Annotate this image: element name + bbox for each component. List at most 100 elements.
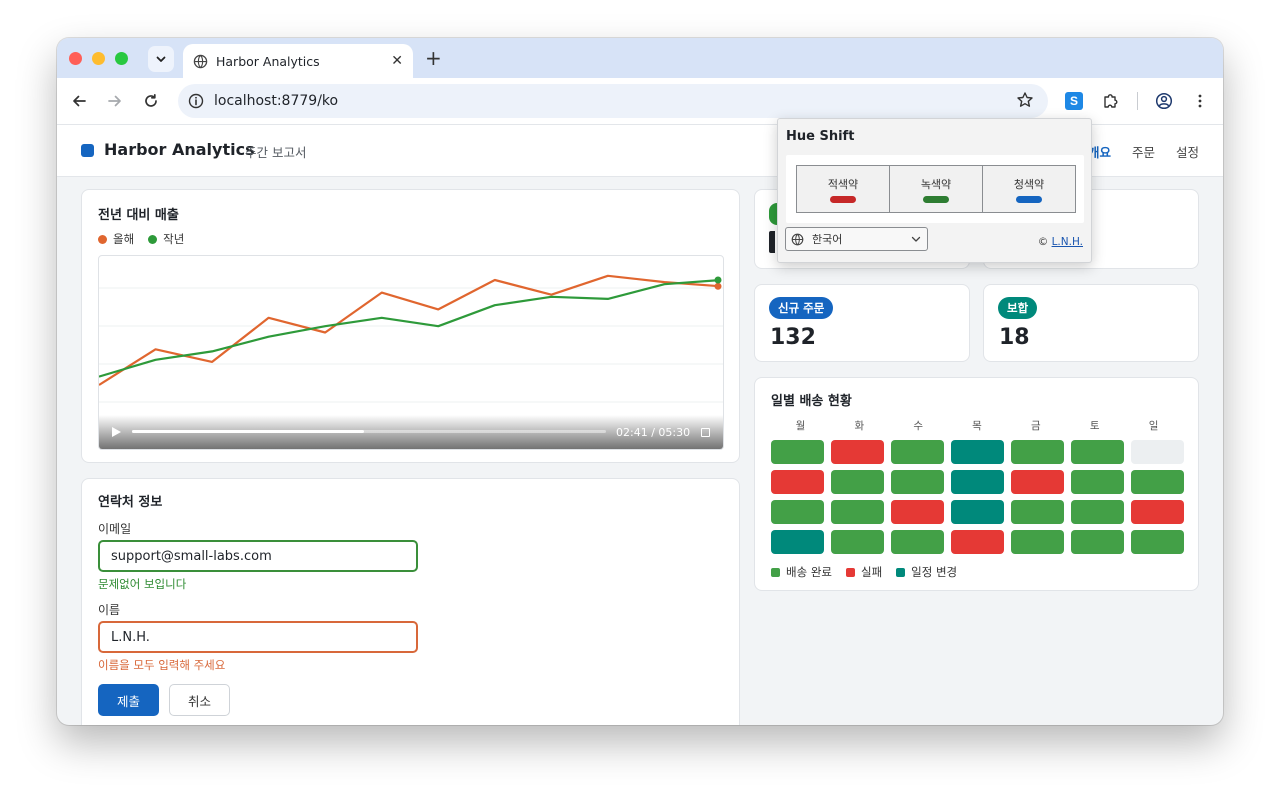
extension-s-icon[interactable]: S xyxy=(1065,92,1083,110)
minimize-window-button[interactable] xyxy=(92,52,105,65)
reload-button[interactable] xyxy=(141,91,161,111)
arrow-left-icon xyxy=(73,95,86,107)
menu-button[interactable] xyxy=(1190,91,1210,111)
heatmap-cell[interactable] xyxy=(1011,470,1064,494)
chart-plot-area: 02:41 / 05:30 xyxy=(98,255,724,450)
heatmap-cell[interactable] xyxy=(951,530,1004,554)
heatmap-cell[interactable] xyxy=(1011,500,1064,524)
heatmap-cell[interactable] xyxy=(891,530,944,554)
heatmap-legend: 배송 완료 실패 일정 변경 xyxy=(771,564,971,580)
kpi-card-flat: 보합 18 xyxy=(983,284,1199,362)
globe-icon xyxy=(791,233,804,245)
heatmap-cell[interactable] xyxy=(771,440,824,464)
heatmap-cell[interactable] xyxy=(831,530,884,554)
weekday-header: 월화수목금토일 xyxy=(771,418,1183,433)
copyright-icon: © xyxy=(1037,236,1049,248)
address-bar[interactable]: localhost:8779/ko xyxy=(178,84,1048,118)
hue-shift-popup: Hue Shift 적색약 녹색약 청색약 한국어 © L.N.H. xyxy=(777,118,1092,263)
heatmap-cell[interactable] xyxy=(831,500,884,524)
heatmap-cell[interactable] xyxy=(891,500,944,524)
new-tab-button[interactable]: + xyxy=(425,47,442,69)
legend-item-done: 배송 완료 xyxy=(771,564,832,580)
legend-swatch xyxy=(148,234,158,244)
heatmap-cell[interactable] xyxy=(891,470,944,494)
credit-link[interactable]: L.N.H. xyxy=(1052,236,1083,248)
color-pill xyxy=(1016,195,1042,203)
delivery-status-card: 일별 배송 현황 월 화 수 목 금 토 일 배송 완료 실패 일정 변경 xyxy=(754,377,1199,591)
nav-settings[interactable]: 설정 xyxy=(1176,142,1199,161)
heatmap-cell[interactable] xyxy=(1131,500,1184,524)
heatmap-cell[interactable] xyxy=(1131,530,1184,554)
popup-panel: 적색약 녹색약 청색약 xyxy=(786,155,1084,223)
tab-search-button[interactable] xyxy=(148,46,174,72)
legend-label: 작년 xyxy=(163,232,185,246)
heatmap-cell[interactable] xyxy=(951,500,1004,524)
star-icon[interactable] xyxy=(1016,91,1034,109)
heatmap-cell[interactable] xyxy=(891,440,944,464)
contact-card: 연락처 정보 이메일 support@small-labs.com 문제없어 보… xyxy=(81,478,740,725)
name-field[interactable]: L.N.H. xyxy=(98,621,418,653)
maximize-window-button[interactable] xyxy=(115,52,128,65)
legend-label: 올해 xyxy=(113,232,135,246)
language-select[interactable]: 한국어 xyxy=(785,227,928,251)
heatmap-cell[interactable] xyxy=(831,440,884,464)
legend-item-rescheduled: 일정 변경 xyxy=(896,564,957,580)
brand-logo xyxy=(81,144,94,157)
heatmap-cell[interactable] xyxy=(1131,470,1184,494)
close-window-button[interactable] xyxy=(69,52,82,65)
heatmap-cell[interactable] xyxy=(1011,440,1064,464)
nav-orders[interactable]: 주문 xyxy=(1132,142,1155,161)
tab-strip: Harbor Analytics ✕ + xyxy=(57,38,1223,78)
profile-button[interactable] xyxy=(1154,91,1174,111)
browser-window: Harbor Analytics ✕ + localhost:8779/ko S xyxy=(57,38,1223,725)
heatmap-cell[interactable] xyxy=(1071,530,1124,554)
chevron-down-icon xyxy=(156,56,166,62)
heatmap-cell[interactable] xyxy=(771,470,824,494)
heatmap-cell[interactable] xyxy=(951,440,1004,464)
heatmap-cell[interactable] xyxy=(771,530,824,554)
close-tab-icon[interactable]: ✕ xyxy=(391,53,403,69)
chevron-down-icon xyxy=(911,236,921,242)
delivery-status-title: 일별 배송 현황 xyxy=(771,394,852,409)
series-end-point-0 xyxy=(714,282,722,290)
kpi-badge: 보합 xyxy=(998,297,1038,319)
weekday-label: 금 xyxy=(1031,420,1041,432)
reload-icon xyxy=(145,93,157,107)
arrow-right-icon xyxy=(108,95,121,107)
back-button[interactable] xyxy=(69,91,89,111)
heatmap-cell[interactable] xyxy=(1071,500,1124,524)
url-text: localhost:8779/ko xyxy=(214,93,339,109)
filter-selector: 적색약 녹색약 청색약 xyxy=(796,165,1076,213)
email-label: 이메일 xyxy=(98,522,132,536)
option-protanopia[interactable]: 적색약 xyxy=(797,166,890,212)
name-hint: 이름을 모두 입력해 주세요 xyxy=(98,658,226,672)
option-deuteranopia[interactable]: 녹색약 xyxy=(890,166,983,212)
heatmap-cell[interactable] xyxy=(1131,440,1184,464)
forward-button[interactable] xyxy=(105,91,125,111)
option-label: 청색약 xyxy=(1013,177,1045,191)
heatmap-cell[interactable] xyxy=(1011,530,1064,554)
globe-icon xyxy=(193,54,208,68)
weekday-label: 수 xyxy=(913,420,923,432)
option-label: 녹색약 xyxy=(920,177,952,191)
popup-title: Hue Shift xyxy=(786,129,855,144)
fullscreen-icon[interactable] xyxy=(701,428,710,437)
heatmap-cell[interactable] xyxy=(831,470,884,494)
extensions-button[interactable] xyxy=(1101,91,1121,111)
heatmap-cell[interactable] xyxy=(951,470,1004,494)
weekday-label: 목 xyxy=(972,420,982,432)
play-icon[interactable] xyxy=(111,426,122,438)
sales-chart-card: 전년 대비 매출 올해 작년 02:41 / 05:30 xyxy=(81,189,740,463)
heatmap-cell[interactable] xyxy=(1071,470,1124,494)
series-line-1 xyxy=(99,278,722,378)
submit-button[interactable]: 제출 xyxy=(98,684,159,716)
weekday-label: 화 xyxy=(854,420,865,432)
active-tab[interactable]: Harbor Analytics ✕ xyxy=(183,44,413,78)
video-seek-bar[interactable] xyxy=(132,430,606,433)
email-field[interactable]: support@small-labs.com xyxy=(98,540,418,572)
heatmap-cell[interactable] xyxy=(771,500,824,524)
heatmap-cell[interactable] xyxy=(1071,440,1124,464)
cancel-button[interactable]: 취소 xyxy=(169,684,230,716)
legend-label: 실패 xyxy=(860,565,883,579)
option-tritanopia[interactable]: 청색약 xyxy=(983,166,1075,212)
